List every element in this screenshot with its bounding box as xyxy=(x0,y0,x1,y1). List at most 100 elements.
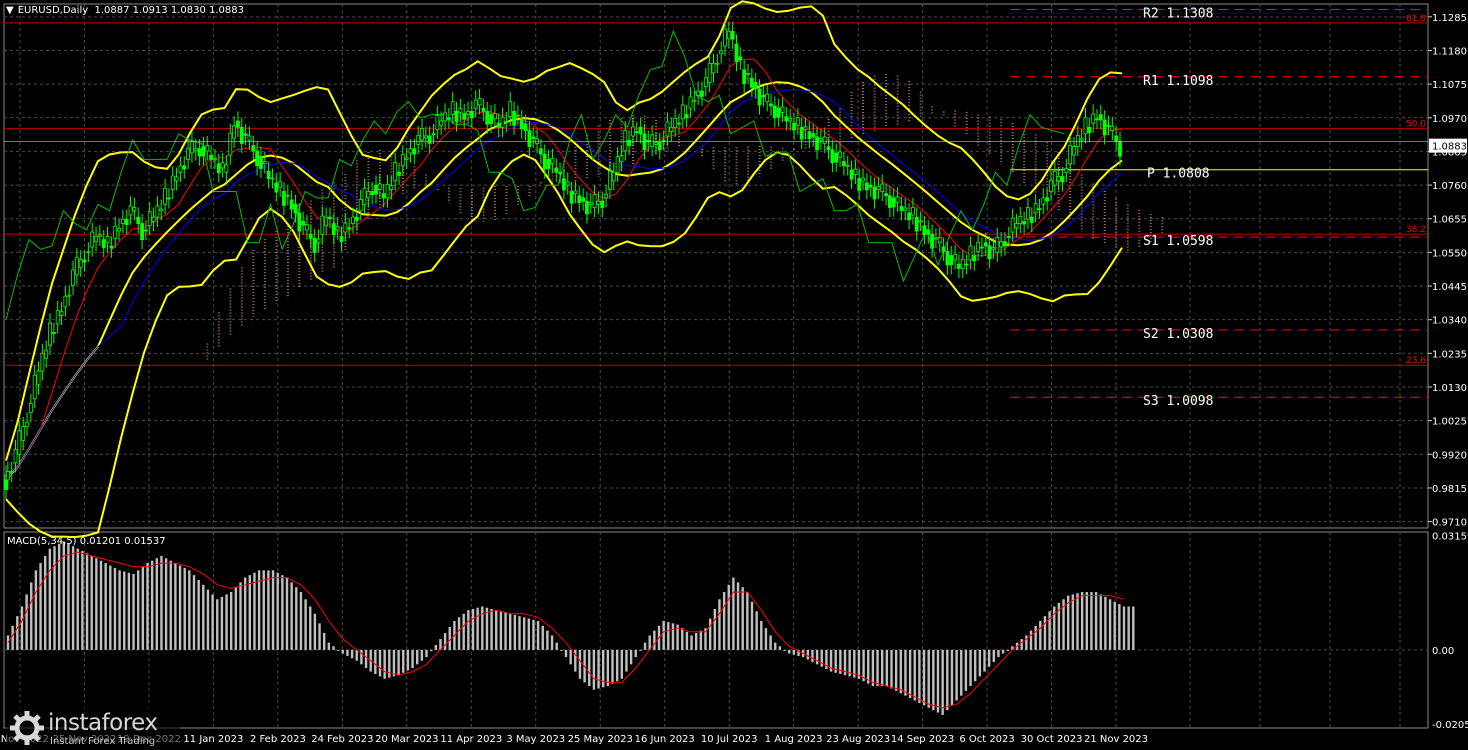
macd-histogram-bar xyxy=(527,618,530,650)
macd-histogram-bar xyxy=(462,613,465,650)
macd-histogram-bar xyxy=(44,555,47,650)
candle-body xyxy=(1095,118,1099,121)
macd-histogram-bar xyxy=(932,649,935,711)
macd-histogram-bar xyxy=(950,649,954,706)
price-tick-label: 1.1075 xyxy=(1432,80,1467,91)
candle-body xyxy=(726,30,731,40)
candle-body xyxy=(749,77,754,88)
macd-histogram-bar xyxy=(1039,620,1042,650)
candle-body xyxy=(163,187,167,205)
macd-histogram-bar xyxy=(820,649,823,667)
candle-body xyxy=(404,157,409,160)
candle-body xyxy=(1037,208,1042,210)
candle-body xyxy=(995,237,1000,253)
candle-body xyxy=(339,235,344,243)
macd-histogram-bar xyxy=(890,649,893,689)
macd-histogram-bar xyxy=(76,548,79,650)
candle-body xyxy=(569,191,574,204)
macd-histogram-bar xyxy=(629,649,633,665)
candle-body xyxy=(431,133,436,136)
candle-body xyxy=(385,184,390,199)
candle-body xyxy=(692,99,697,103)
macd-histogram-bar xyxy=(202,584,205,650)
macd-histogram-bar xyxy=(318,623,321,650)
macd-histogram-bar xyxy=(983,649,986,672)
macd-histogram-bar xyxy=(555,642,558,650)
macd-histogram-bar xyxy=(597,649,600,689)
macd-histogram-bar xyxy=(360,649,363,665)
macd-histogram-bar xyxy=(164,558,168,650)
candle-body xyxy=(795,117,800,126)
candle-body xyxy=(838,151,842,158)
macd-histogram-bar xyxy=(708,618,712,650)
macd-histogram-bar xyxy=(504,612,507,650)
macd-histogram-bar xyxy=(378,649,382,677)
candle-body xyxy=(972,255,977,262)
candle-body xyxy=(228,132,233,156)
candle-body xyxy=(753,82,758,90)
candle-body xyxy=(423,135,428,139)
price-tick-label: 1.0655 xyxy=(1432,215,1467,226)
candle-body xyxy=(86,251,91,254)
candle-body xyxy=(32,374,37,400)
candle-body xyxy=(443,112,447,122)
macd-histogram-bar xyxy=(271,570,275,650)
candle-body xyxy=(25,421,29,427)
macd-histogram-bar xyxy=(109,565,112,650)
macd-histogram-bar xyxy=(243,577,247,650)
candle-body xyxy=(1056,176,1061,182)
candle-body xyxy=(159,208,164,212)
candle-body xyxy=(957,263,961,269)
candle-body xyxy=(907,212,911,221)
candle-body xyxy=(466,110,470,115)
pivot-level-label: P 1.0808 xyxy=(1147,167,1210,182)
x-tick-label: 11 Jan 2023 xyxy=(183,734,243,745)
candle-body xyxy=(5,470,10,481)
candle-body xyxy=(1118,140,1122,157)
price-tick-label: 1.0340 xyxy=(1432,316,1467,327)
dropdown-arrow-icon[interactable]: ▼ xyxy=(6,5,14,16)
macd-histogram-bar xyxy=(969,649,972,687)
macd-histogram-bar xyxy=(183,567,186,650)
price-tick-label: 0.9710 xyxy=(1432,518,1467,529)
candle-body xyxy=(654,141,658,145)
price-tick-label: 1.0235 xyxy=(1432,349,1467,360)
macd-histogram-bar xyxy=(25,594,28,650)
candle-body xyxy=(914,216,919,232)
candle-body xyxy=(400,154,405,167)
candle-body xyxy=(439,120,444,126)
candle-body xyxy=(1106,124,1111,127)
macd-histogram-bar xyxy=(132,573,135,650)
candle-body xyxy=(615,156,620,173)
macd-histogram-bar xyxy=(653,630,656,650)
candle-body xyxy=(949,255,954,266)
macd-histogram-bar xyxy=(755,611,758,650)
macd-histogram-bar xyxy=(1025,635,1028,650)
candle-body xyxy=(1064,168,1069,173)
macd-histogram-bar xyxy=(546,630,549,650)
macd-histogram-bar xyxy=(625,649,628,672)
macd-tick-label: -0.02056 xyxy=(1432,720,1468,731)
candle-body xyxy=(381,193,386,199)
macd-histogram-bar xyxy=(746,592,749,650)
macd-histogram-bar xyxy=(323,633,326,650)
candle-body xyxy=(761,94,766,98)
candle-body xyxy=(408,148,413,154)
macd-histogram-bar xyxy=(606,649,610,687)
price-tick-label: 1.0445 xyxy=(1432,282,1467,293)
candle-body xyxy=(140,223,144,240)
macd-histogram-bar xyxy=(81,551,84,650)
candle-body xyxy=(446,117,451,120)
candle-body xyxy=(216,163,221,174)
macd-histogram-bar xyxy=(997,649,1000,658)
candle-body xyxy=(412,148,417,155)
x-tick-label: 24 Feb 2023 xyxy=(311,734,373,745)
x-tick-label: 20 Mar 2023 xyxy=(375,734,438,745)
macd-histogram-bar xyxy=(364,649,368,668)
candle-body xyxy=(792,122,796,131)
macd-histogram-bar xyxy=(178,565,182,650)
macd-histogram-bar xyxy=(899,649,902,694)
candle-body xyxy=(120,218,125,224)
candle-body xyxy=(297,212,302,232)
candle-body xyxy=(911,207,915,216)
